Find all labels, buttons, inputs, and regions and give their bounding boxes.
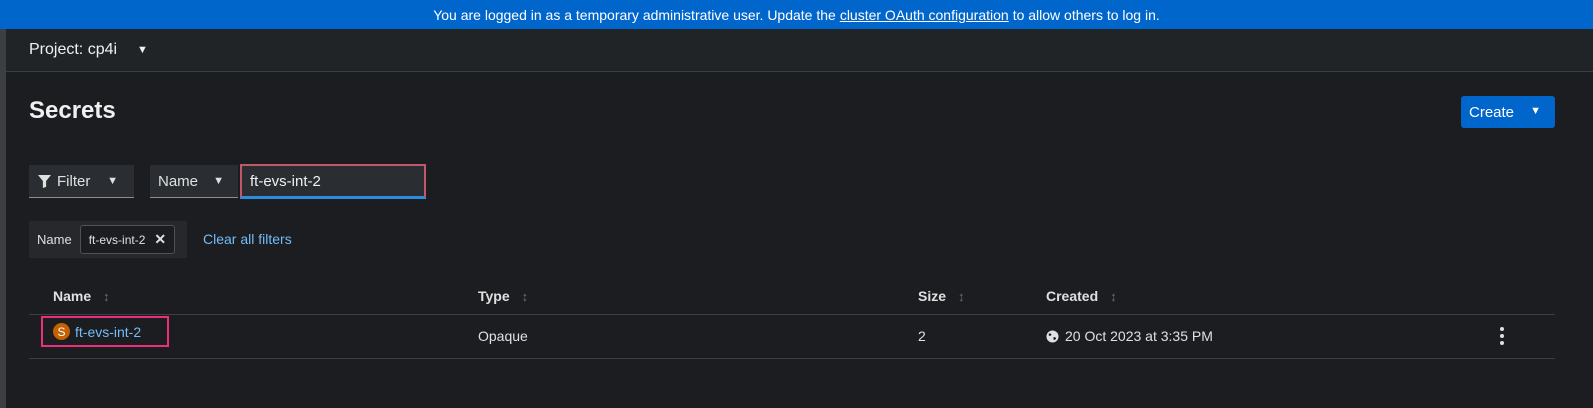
sort-icon: ↕ [521,288,529,304]
column-header-size[interactable]: Size ↕ [918,288,965,304]
name-search-input[interactable] [240,164,426,199]
chip-value: ft-evs-int-2 [88,232,146,247]
column-header-created-label: Created [1046,288,1099,304]
banner-text-after: to allow others to log in. [1012,6,1160,23]
column-header-type[interactable]: Type ↕ [478,288,528,304]
clear-all-filters-link[interactable]: Clear all filters [203,231,292,247]
filter-icon [38,174,51,188]
temporary-admin-banner: You are logged in as a temporary adminis… [0,0,1593,29]
filter-chip: ft-evs-int-2 ✕ [79,225,176,254]
secrets-table: Name ↕ Type ↕ Size ↕ Created ↕ Opaque 2 … [29,280,1555,359]
project-bar: Project: cp4i ▼ [6,29,1593,72]
caret-down-icon: ▼ [137,44,148,56]
caret-down-icon: ▼ [107,175,118,187]
sort-icon: ↕ [958,288,965,304]
filter-dropdown[interactable]: Filter ▼ [29,165,134,198]
create-label: Create [1469,103,1515,121]
filter-attribute-select[interactable]: Name ▼ [150,165,238,198]
filter-label: Filter [57,172,91,190]
sort-icon: ↕ [103,288,110,304]
secret-name-link[interactable]: ft-evs-int-2 [75,324,141,340]
project-selector[interactable]: Project: cp4i ▼ [29,41,148,59]
row-type: Opaque [478,328,528,344]
table-row: Opaque 2 20 Oct 2023 at 3:35 PM [29,315,1555,359]
secret-resource-badge: S [53,323,70,340]
column-header-name-label: Name [53,288,92,304]
row-name-highlight: S ft-evs-int-2 [41,316,169,347]
create-button[interactable]: Create ▼ [1461,96,1555,128]
row-created: 20 Oct 2023 at 3:35 PM [1046,328,1213,344]
oauth-config-link[interactable]: cluster OAuth configuration [840,7,1009,23]
column-header-name[interactable]: Name ↕ [53,288,110,304]
table-header: Name ↕ Type ↕ Size ↕ Created ↕ [29,280,1555,315]
created-timestamp: 20 Oct 2023 at 3:35 PM [1065,328,1213,344]
row-size: 2 [918,328,926,344]
globe-icon [1046,329,1059,343]
kebab-menu-icon[interactable] [1497,326,1507,346]
sort-icon: ↕ [1110,288,1117,304]
column-header-type-label: Type [478,288,510,304]
caret-down-icon: ▼ [1530,105,1541,117]
close-icon[interactable]: ✕ [154,231,166,248]
project-label: Project: cp4i [29,41,118,58]
chip-group-category: Name [37,232,72,247]
caret-down-icon: ▼ [213,175,224,187]
column-header-created[interactable]: Created ↕ [1046,288,1117,304]
column-header-size-label: Size [918,288,947,304]
filter-chip-group: Name ft-evs-int-2 ✕ [29,221,187,258]
page-title: Secrets [29,97,116,124]
banner-text-before: You are logged in as a temporary adminis… [433,6,836,23]
attribute-label: Name [158,172,199,190]
